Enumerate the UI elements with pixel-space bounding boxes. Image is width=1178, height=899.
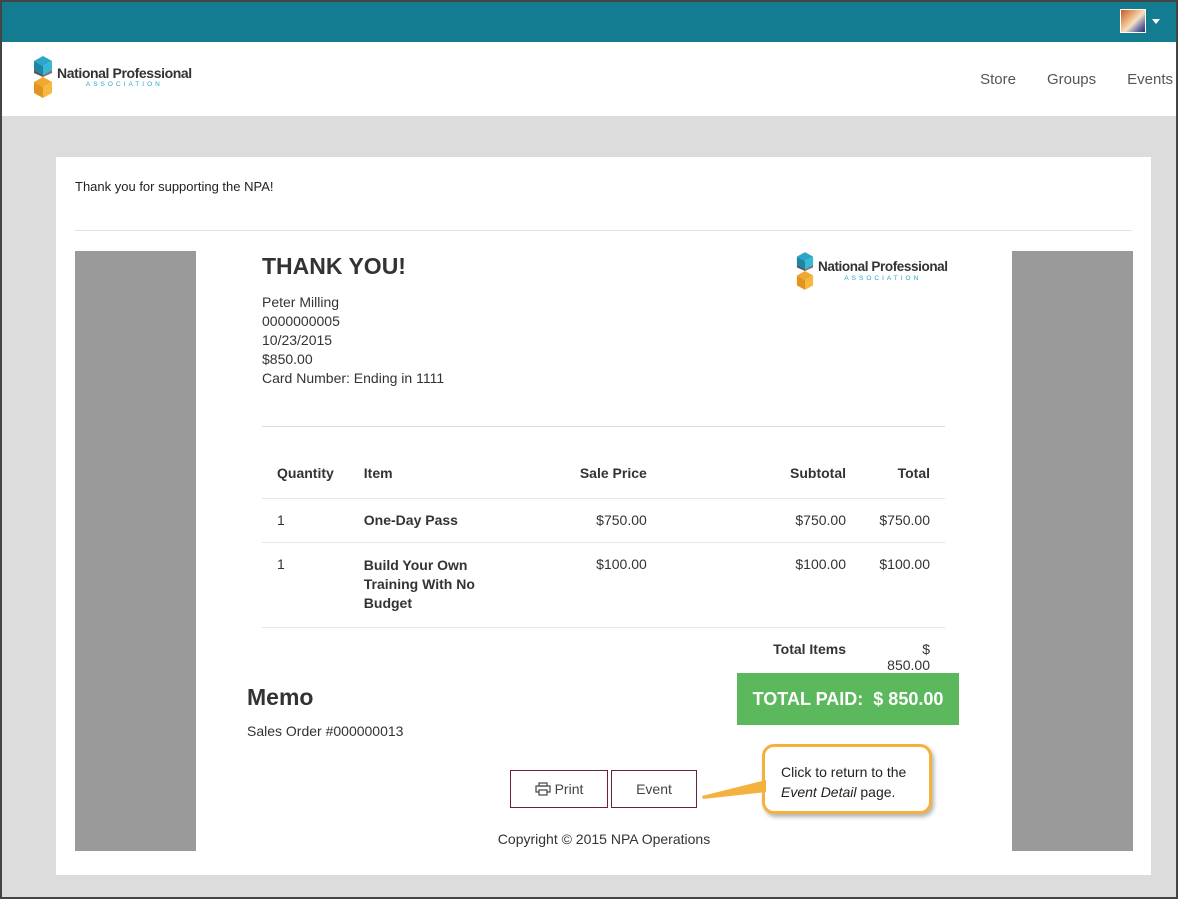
col-sale-price: Sale Price [579, 464, 647, 481]
memo-title: Memo [247, 684, 314, 710]
callout-pointer-icon [702, 780, 766, 799]
order-info: Peter Milling 0000000005 10/23/2015 $850… [262, 293, 444, 388]
event-label: Event [636, 781, 672, 797]
caret-down-icon[interactable] [1152, 18, 1160, 24]
site-logo[interactable]: National Professional ASSOCIATION [33, 56, 192, 98]
top-bar [0, 0, 1178, 42]
items-table: Quantity Item Sale Price Subtotal Total … [262, 448, 945, 687]
logo-subtitle: ASSOCIATION [85, 80, 163, 88]
logo-subtitle: ASSOCIATION [844, 274, 922, 282]
content-card: Thank you for supporting the NPA! THANK … [56, 157, 1151, 875]
divider [262, 426, 945, 427]
intro-text: Thank you for supporting the NPA! [75, 179, 274, 194]
npa-logo-icon [796, 252, 814, 290]
table-row: 1 One-Day Pass $750.00 $750.00 $750.00 [262, 497, 945, 542]
customer-name: Peter Milling [262, 294, 340, 310]
callout-line2: Event Detail page. [781, 782, 929, 802]
callout-emphasis: Event Detail [781, 784, 857, 800]
row-sale-price: $750.00 [533, 497, 662, 542]
logo-name: National Professional [57, 64, 192, 81]
avatar[interactable] [1120, 9, 1146, 33]
user-menu[interactable] [1120, 9, 1160, 33]
row-quantity: 1 [262, 541, 349, 627]
navbar: National Professional ASSOCIATION Store … [0, 42, 1178, 116]
receipt-margin-right [1012, 251, 1133, 851]
row-item: One-Day Pass [348, 497, 534, 542]
npa-logo-icon [34, 56, 52, 98]
customer-id: 0000000005 [262, 313, 340, 329]
nav-groups[interactable]: Groups [1047, 71, 1096, 88]
event-button[interactable]: Event [611, 770, 697, 808]
copyright: Copyright © 2015 NPA Operations [497, 831, 711, 847]
logo-name: National Professional [818, 259, 948, 274]
row-sale-price: $100.00 [533, 541, 662, 627]
total-paid-badge: TOTAL PAID: $ 850.00 [737, 673, 959, 725]
col-item: Item [363, 464, 393, 481]
nav-store[interactable]: Store [980, 71, 1016, 88]
help-callout: Click to return to the Event Detail page… [762, 744, 932, 814]
table-header-row: Quantity Item Sale Price Subtotal Total [262, 448, 945, 498]
order-date: 10/23/2015 [262, 332, 333, 348]
total-paid-value: $ 850.00 [873, 688, 944, 709]
print-label: Print [554, 781, 584, 797]
print-button[interactable]: Print [510, 770, 608, 808]
total-paid-label: TOTAL PAID: [752, 688, 864, 709]
row-item: Build Your Own Training With No Budget [348, 541, 534, 627]
row-quantity: 1 [262, 497, 349, 542]
col-quantity: Quantity [277, 464, 334, 481]
col-total: Total [897, 464, 930, 481]
card-number: Card Number: Ending in 1111 [262, 370, 445, 386]
divider [75, 230, 1132, 231]
receipt-heading: THANK YOU! [262, 253, 406, 279]
receipt-logo: National Professional ASSOCIATION [796, 251, 948, 291]
receipt-margin-left [75, 251, 196, 851]
row-subtotal: $750.00 [661, 497, 861, 542]
row-total: $750.00 [861, 497, 945, 542]
order-amount: $850.00 [262, 351, 313, 367]
printer-icon [534, 782, 551, 796]
callout-line2-rest: page. [856, 784, 896, 800]
row-subtotal: $100.00 [661, 541, 861, 627]
memo-text: Sales Order #000000013 [247, 723, 404, 739]
main-nav: Store Groups Events [980, 42, 1173, 116]
col-subtotal: Subtotal [790, 464, 846, 481]
callout-line1: Click to return to the [781, 764, 907, 780]
nav-events[interactable]: Events [1127, 71, 1173, 88]
row-total: $100.00 [861, 541, 945, 627]
table-row: 1 Build Your Own Training With No Budget… [262, 541, 945, 627]
